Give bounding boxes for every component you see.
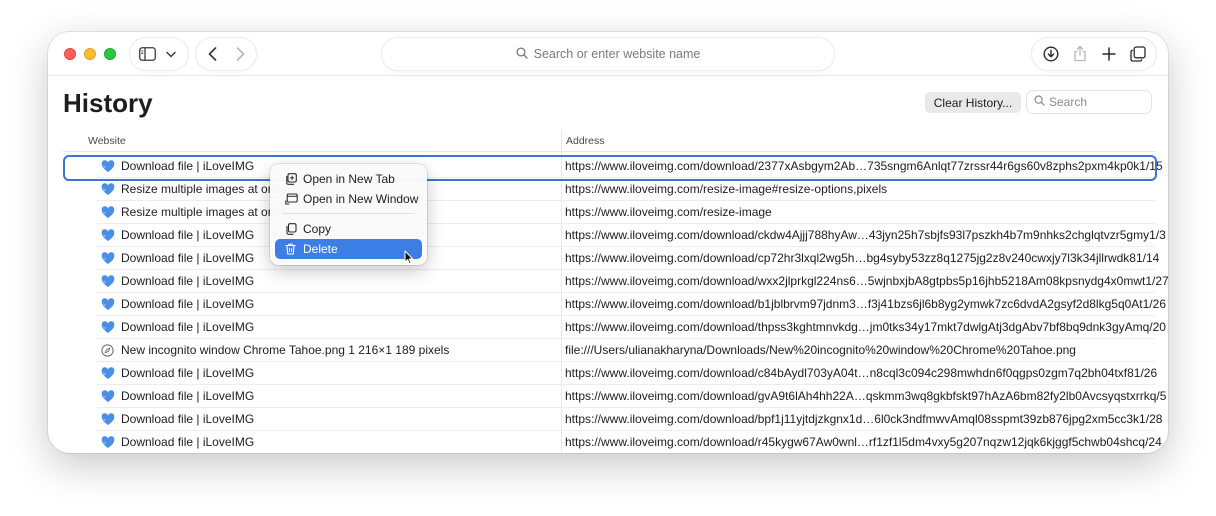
website-address: https://www.iloveimg.com/download/c84bAy… [565,366,1158,380]
history-row[interactable]: Resize multiple images at once https://ww… [97,178,1155,201]
website-title: Download file | iLoveIMG [121,389,255,403]
history-row[interactable]: Download file | iLoveIMG https://www.ilov… [97,224,1166,247]
page-title: History [63,88,153,118]
menu-item-label: Delete [303,242,338,256]
back-button[interactable] [204,46,220,62]
website-address: https://www.iloveimg.com/download/gvA9t6… [565,389,1167,403]
website-address: file:///Users/ulianakharyna/Downloads/Ne… [565,343,1076,357]
iloveimg-heart-icon [101,183,115,196]
website-address: https://www.iloveimg.com/download/cp72hr… [565,251,1160,265]
search-placeholder: Search [1049,95,1088,109]
history-search-input[interactable]: Search [1027,91,1151,113]
iloveimg-heart-icon [101,436,115,449]
copy-icon [285,223,297,235]
menu-item-open-in-new-tab[interactable]: Open in New Tab [275,169,422,189]
iloveimg-heart-icon [101,229,115,242]
history-row[interactable]: Download file | iLoveIMG https://www.ilov… [97,270,1168,293]
new-tab-button[interactable] [1100,45,1118,63]
menu-item-label: Open in New Window [303,192,419,206]
website-title: Download file | iLoveIMG [121,320,255,334]
new-window-icon [285,193,298,205]
close-window-button[interactable] [64,48,76,60]
tab-overview-button[interactable] [1129,45,1147,63]
address-placeholder: Search or enter website name [533,47,701,61]
share-icon [1074,45,1086,61]
chevron-left-icon [208,47,216,61]
website-address: https://www.iloveimg.com/download/2377xA… [565,159,1163,173]
column-header-website[interactable]: Website [88,135,126,147]
website-address: https://www.iloveimg.com/resize-image [565,205,772,219]
website-title: Download file | iLoveIMG [121,412,255,426]
iloveimg-heart-icon [101,298,115,311]
history-row[interactable]: Resize multiple images at once https://ww… [97,201,1155,224]
clear-history-button[interactable]: Clear History... [925,92,1021,113]
downloads-button[interactable] [1042,45,1060,63]
iloveimg-heart-icon [101,390,115,403]
history-row[interactable]: Download file | iLoveIMG https://www.ilov… [97,385,1166,408]
history-rows: Download file | iLoveIMG https://www.ilov… [63,155,1168,453]
sidebar-toggle-group [130,38,188,70]
website-title: Download file | iLoveIMG [121,274,255,288]
history-row[interactable]: Download file | iLoveIMG https://www.ilov… [97,408,1162,431]
chevron-down-icon[interactable] [164,47,178,61]
history-table: Website Address Download file | iLoveIMG… [63,130,1168,453]
website-title: Download file | iLoveIMG [121,435,255,449]
minimize-window-button[interactable] [84,48,96,60]
menu-item-delete[interactable]: Delete [275,239,422,259]
navigation-group [196,38,256,70]
website-address: https://www.iloveimg.com/download/wxx2jl… [565,274,1168,288]
chevron-right-icon [236,47,244,61]
iloveimg-heart-icon [101,321,115,334]
search-icon [1034,95,1045,109]
history-row[interactable]: Download file | iLoveIMG https://www.ilov… [97,316,1166,339]
website-address: https://www.iloveimg.com/download/thpss3… [565,320,1166,334]
iloveimg-heart-icon [101,413,115,426]
website-title: New incognito window Chrome Tahoe.png 1 … [121,343,450,357]
share-button[interactable] [1071,44,1089,62]
search-icon [516,46,528,62]
compass-icon [101,344,115,357]
website-address: https://www.iloveimg.com/download/bpf1j1… [565,412,1163,426]
address-bar[interactable]: Search or enter website name [382,38,834,70]
menu-separator [283,213,414,214]
browser-window: Search or enter website name History Cle… [48,32,1168,453]
trash-icon [285,243,297,255]
iloveimg-heart-icon [101,367,115,380]
history-row[interactable]: New incognito window Chrome Tahoe.png 1 … [97,339,1155,362]
toolbar: Search or enter website name [48,32,1168,76]
zoom-window-button[interactable] [104,48,116,60]
menu-item-label: Copy [303,222,332,236]
website-address: https://www.iloveimg.com/download/b1jblb… [565,297,1166,311]
plus-icon [1102,47,1116,61]
tab-overview-icon [1130,46,1146,62]
history-row[interactable]: Download file | iLoveIMG https://www.ilov… [97,431,1162,453]
history-row[interactable]: Download file | iLoveIMG https://www.ilov… [63,155,1163,181]
history-row[interactable]: Download file | iLoveIMG https://www.ilov… [97,293,1166,316]
iloveimg-heart-icon [101,160,115,173]
website-address: https://www.iloveimg.com/resize-image#re… [565,182,888,196]
mouse-pointer-icon [404,250,414,270]
website-address: https://www.iloveimg.com/download/r45kyg… [565,435,1162,449]
iloveimg-heart-icon [101,206,115,219]
forward-button[interactable] [232,46,248,62]
menu-item-copy[interactable]: Copy [275,219,422,239]
new-tab-icon [285,173,297,185]
download-icon [1043,46,1059,62]
iloveimg-heart-icon [101,252,115,265]
sidebar-icon[interactable] [138,45,156,63]
website-title: Download file | iLoveIMG [121,297,255,311]
menu-item-label: Open in New Tab [303,172,395,186]
website-address: https://www.iloveimg.com/download/ckdw4A… [565,228,1166,242]
history-row[interactable]: Download file | iLoveIMG https://www.ilov… [97,247,1159,270]
menu-item-open-in-new-window[interactable]: Open in New Window [275,189,422,209]
table-header: Website Address [63,130,1155,152]
history-row[interactable]: Download file | iLoveIMG https://www.ilov… [97,362,1158,385]
iloveimg-heart-icon [101,275,115,288]
toolbar-actions-group [1032,38,1156,70]
website-title: Download file | iLoveIMG [121,366,255,380]
column-header-address[interactable]: Address [566,135,605,147]
